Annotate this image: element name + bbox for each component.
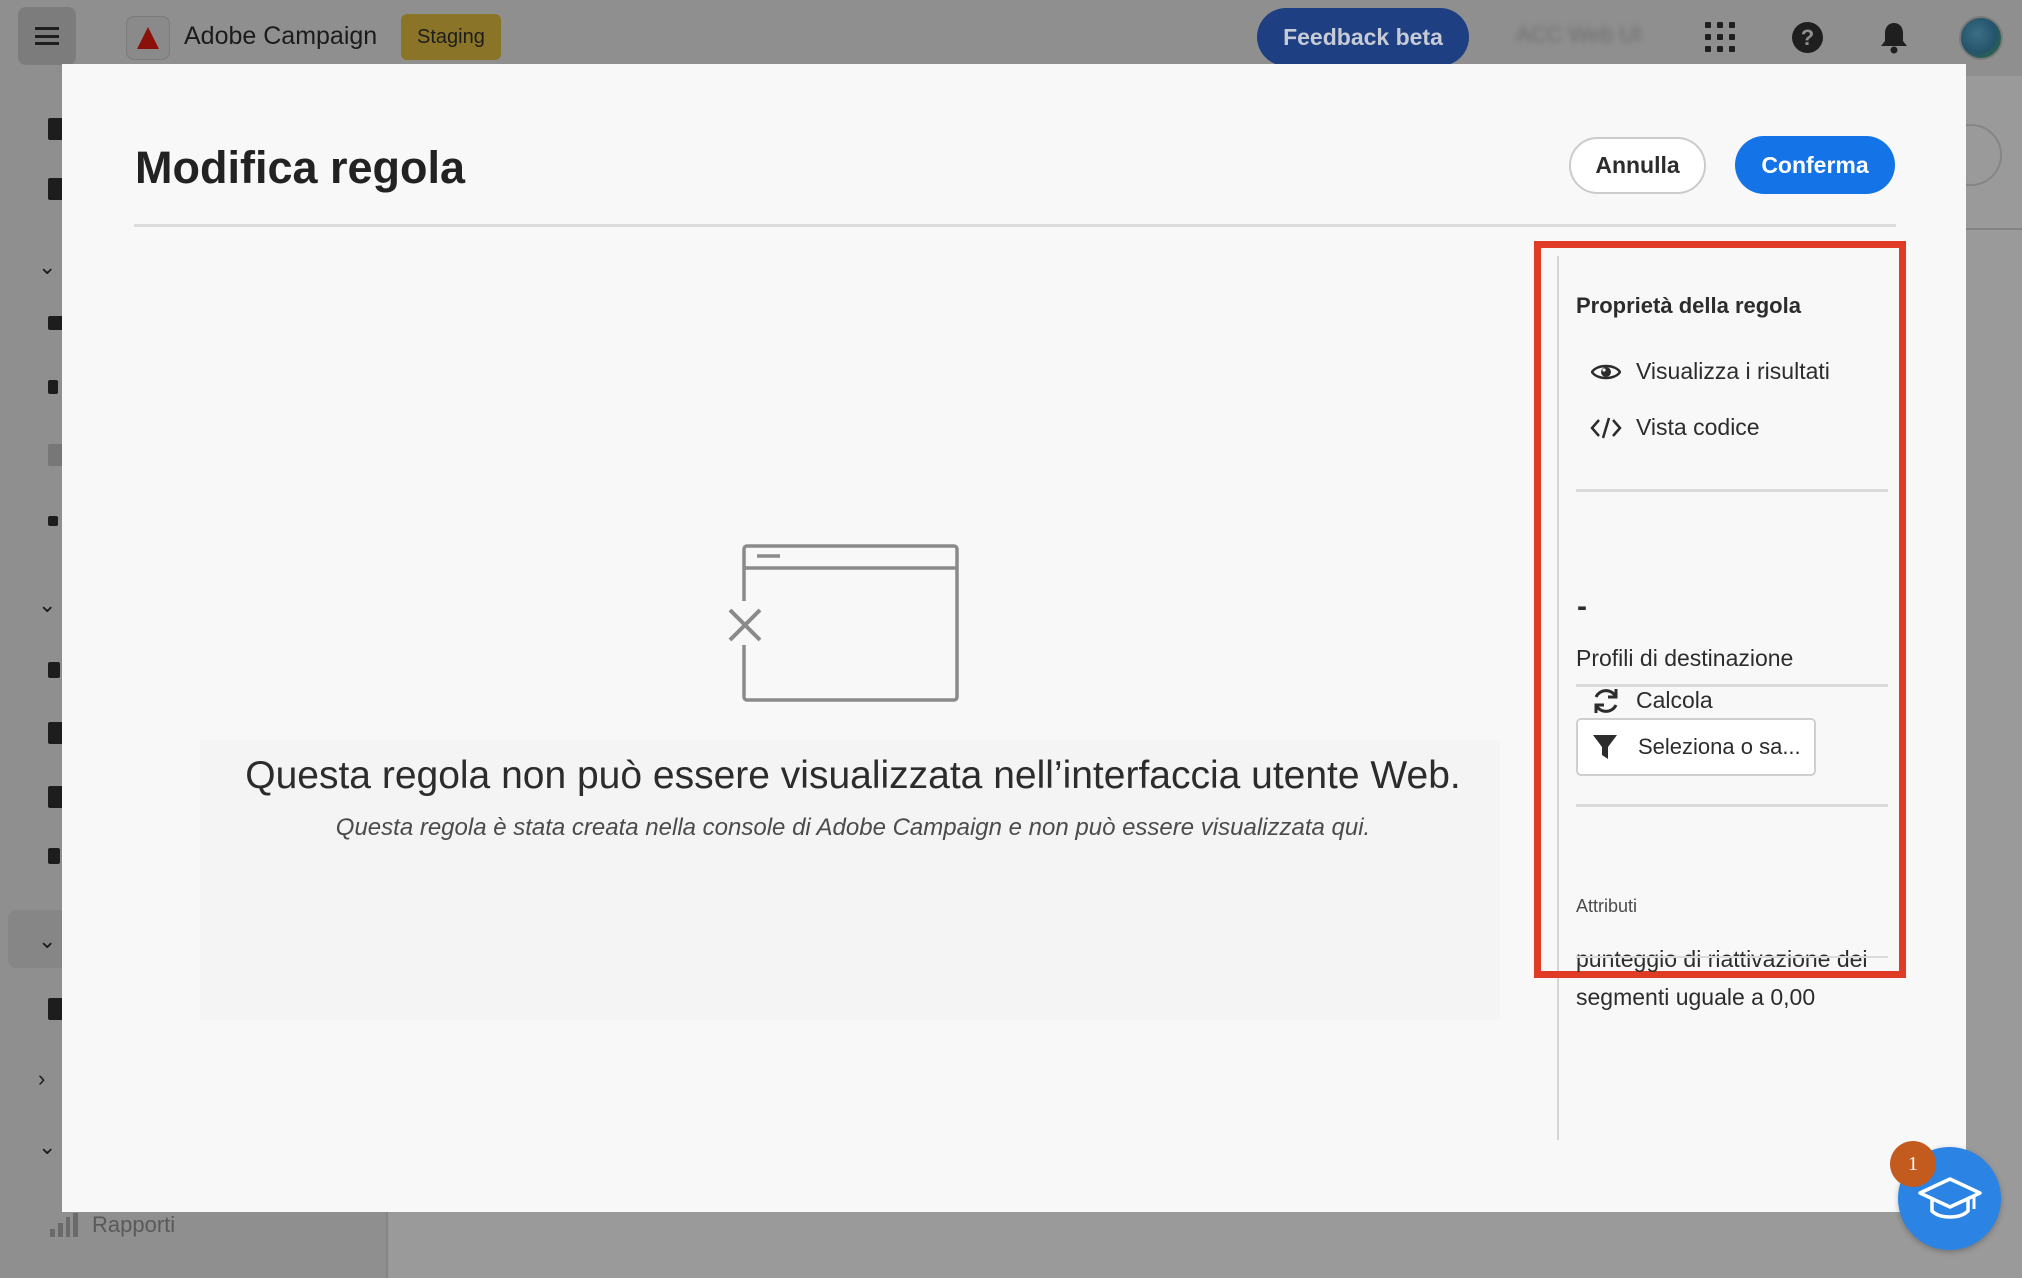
- cancel-button[interactable]: Annulla: [1569, 137, 1706, 194]
- select-or-save-label: Seleziona o sa...: [1638, 734, 1801, 759]
- notifications-bell-icon[interactable]: [1879, 20, 1909, 54]
- eye-icon: [1590, 359, 1622, 385]
- environment-badge: Staging: [401, 14, 501, 60]
- notification-badge: 1: [1890, 1141, 1936, 1187]
- adobe-logo-icon: [126, 16, 170, 60]
- user-avatar[interactable]: [1959, 16, 2003, 60]
- calculate-label: Calcola: [1636, 687, 1713, 713]
- view-results-button[interactable]: Visualizza i risultati: [1590, 358, 1830, 385]
- attributes-label: Attributi: [1576, 896, 1638, 916]
- content-icon[interactable]: [48, 516, 58, 526]
- section-divider: [1576, 956, 1888, 958]
- target-count-value: -: [1577, 590, 1587, 623]
- sidebar-item-reports[interactable]: Rapporti: [50, 1212, 175, 1238]
- chevron-down-icon[interactable]: ⌄: [38, 592, 56, 618]
- empty-state-title: Questa regola non può essere visualizzat…: [245, 754, 1461, 797]
- bar-chart-icon: [50, 1213, 78, 1237]
- help-icon[interactable]: ?: [1792, 22, 1823, 53]
- edit-rule-dialog: Modifica regola Annulla Conferma Questa …: [62, 64, 1966, 1212]
- code-view-button[interactable]: Vista codice: [1590, 414, 1760, 441]
- title-divider: [134, 224, 1896, 227]
- confirm-button[interactable]: Conferma: [1735, 136, 1895, 194]
- brand-name: Adobe Campaign: [184, 22, 378, 50]
- apps-grid-icon[interactable]: [1705, 22, 1735, 52]
- select-or-save-button[interactable]: Seleziona o sa...: [1576, 718, 1816, 776]
- code-icon: [1590, 415, 1622, 441]
- feedback-button[interactable]: Feedback beta: [1257, 8, 1469, 66]
- refresh-icon: [1590, 688, 1622, 714]
- code-view-label: Vista codice: [1636, 414, 1760, 440]
- deliveries-icon[interactable]: [48, 380, 58, 394]
- section-divider: [1576, 684, 1888, 687]
- section-divider: [1576, 804, 1888, 807]
- rule-properties-title: Proprietà della regola: [1576, 293, 1801, 318]
- profiles-icon[interactable]: [48, 662, 60, 678]
- menu-icon[interactable]: [18, 7, 76, 65]
- sidebar-item-label: Rapporti: [92, 1212, 176, 1237]
- section-divider: [1576, 489, 1888, 492]
- chevron-down-icon[interactable]: ⌄: [38, 254, 56, 280]
- target-profiles-label: Profili di destinazione: [1576, 645, 1794, 671]
- view-results-label: Visualizza i risultati: [1636, 358, 1830, 384]
- filter-icon: [1593, 735, 1617, 759]
- broken-window-icon: [726, 544, 959, 702]
- properties-highlight: [1534, 241, 1906, 978]
- empty-state-subtitle: Questa regola è stata creata nella conso…: [335, 814, 1371, 841]
- dialog-title: Modifica regola: [135, 142, 466, 193]
- chevron-right-icon[interactable]: ›: [38, 1066, 45, 1092]
- rules-filter-icon[interactable]: [48, 848, 60, 864]
- org-switcher[interactable]: ACC Web UI: [1516, 22, 1642, 48]
- attributes-value: punteggio di riattivazione dei segmenti …: [1576, 946, 1868, 1010]
- chevron-down-icon[interactable]: ⌄: [38, 928, 56, 954]
- calculate-button[interactable]: Calcola: [1590, 687, 1713, 714]
- background-divider: [1966, 228, 2022, 230]
- chevron-down-icon[interactable]: ⌄: [38, 1134, 56, 1160]
